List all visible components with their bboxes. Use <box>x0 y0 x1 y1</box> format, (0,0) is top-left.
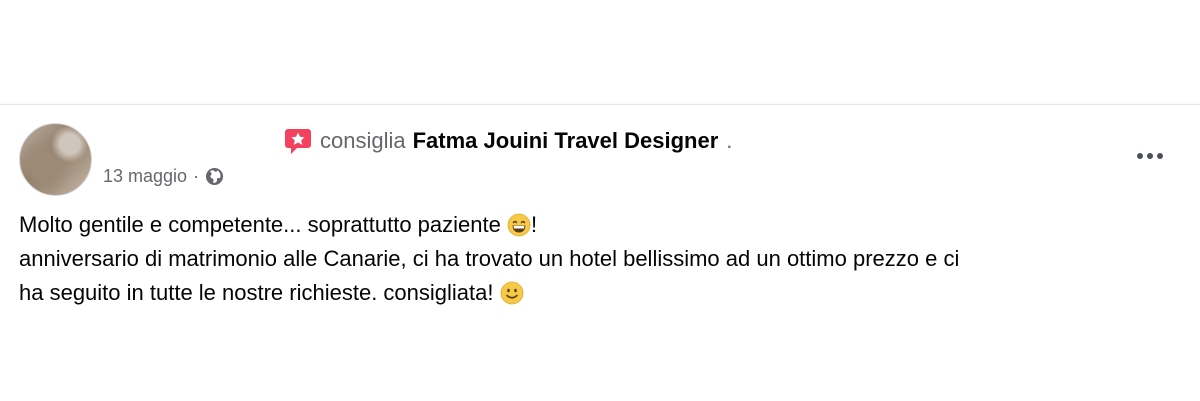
globe-icon <box>206 167 224 185</box>
avatar[interactable] <box>19 123 92 196</box>
grinning-face-emoji-icon <box>507 213 531 237</box>
review-line-3: ha seguito in tutte le nostre richieste.… <box>19 276 1159 310</box>
meta-separator: · <box>193 165 200 186</box>
smiling-face-emoji-icon <box>500 281 524 305</box>
review-line-1-text: Molto gentile e competente... soprattutt… <box>19 212 501 237</box>
more-options-icon[interactable] <box>1130 145 1170 167</box>
page-name-link[interactable]: Fatma Jouini Travel Designer <box>413 128 719 154</box>
more-dot <box>1147 153 1153 159</box>
review-text: Molto gentile e competente... soprattutt… <box>19 208 1159 310</box>
review-line-2: anniversario di matrimonio alle Canarie,… <box>19 246 960 271</box>
review-line-1: Molto gentile e competente... soprattutt… <box>19 208 1159 242</box>
recommend-icon <box>285 129 311 154</box>
review-line-1-end: ! <box>530 212 538 237</box>
more-dot <box>1137 153 1143 159</box>
review-line-3-text: ha seguito in tutte le nostre richieste.… <box>19 280 494 305</box>
review-headline: consiglia Fatma Jouini Travel Designer . <box>283 125 732 157</box>
review-card: consiglia Fatma Jouini Travel Designer .… <box>0 104 1200 401</box>
headline-dot: . <box>726 128 733 153</box>
post-meta: 13 maggio · <box>103 164 224 188</box>
more-dot <box>1157 153 1163 159</box>
post-date[interactable]: 13 maggio <box>103 166 187 187</box>
recommend-verb: consiglia <box>320 128 406 153</box>
